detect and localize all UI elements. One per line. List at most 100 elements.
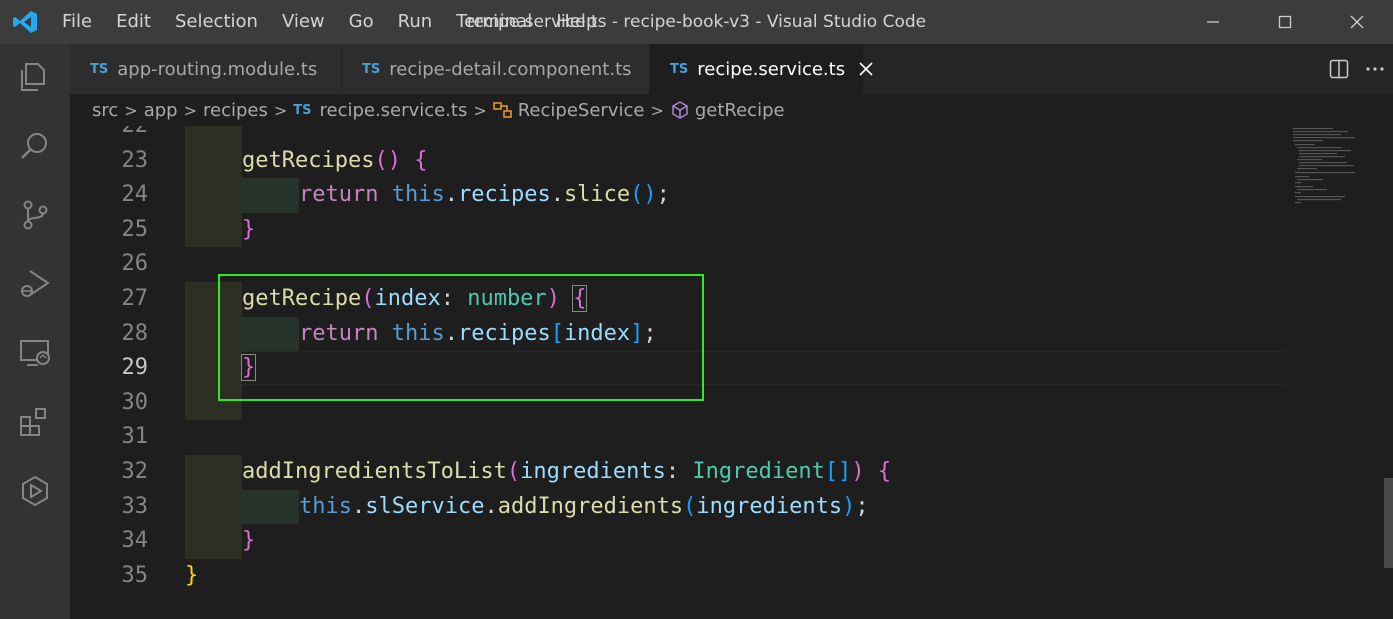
indent-guide xyxy=(185,126,242,144)
split-editor-icon xyxy=(1329,59,1349,79)
typescript-file-icon: TS xyxy=(670,61,689,77)
code-line: 34 } xyxy=(70,524,1285,559)
indent-guide xyxy=(185,212,242,248)
tab-recipe-detail-component[interactable]: TS recipe-detail.component.ts xyxy=(342,44,650,94)
minimap-preview xyxy=(1293,128,1355,204)
tab-app-routing-module[interactable]: TS app-routing.module.ts xyxy=(70,44,342,94)
code-text: this.slService.addIngredients(ingredient… xyxy=(299,493,869,519)
ellipsis-icon xyxy=(1366,67,1384,71)
menu-go[interactable]: Go xyxy=(337,0,386,44)
breadcrumb-label: getRecipe xyxy=(694,99,785,121)
activity-bar xyxy=(0,44,70,619)
run-debug-icon[interactable] xyxy=(0,259,70,309)
menu-edit[interactable]: Edit xyxy=(104,0,163,44)
extensions-icon[interactable] xyxy=(0,397,70,447)
menu-view[interactable]: View xyxy=(270,0,337,44)
breadcrumb-app[interactable]: app xyxy=(144,100,178,121)
breadcrumb-file[interactable]: TS recipe.service.ts xyxy=(293,100,467,121)
maximize-button[interactable] xyxy=(1249,0,1321,44)
indent-guide xyxy=(185,178,242,213)
line-number: 31 xyxy=(121,424,149,450)
indent-guide xyxy=(185,143,242,179)
maximize-icon xyxy=(1278,15,1292,29)
line-number: 32 xyxy=(121,459,149,484)
code-text: return this.recipes.slice(); xyxy=(299,182,670,208)
line-number: 34 xyxy=(121,528,149,554)
menu-file[interactable]: File xyxy=(50,0,104,44)
breadcrumb-src[interactable]: src xyxy=(92,100,118,121)
annotation-highlight-box xyxy=(218,274,704,401)
tab-label: app-routing.module.ts xyxy=(117,58,318,80)
indent-guide xyxy=(185,455,242,490)
explorer-icon[interactable] xyxy=(0,52,70,102)
search-icon[interactable] xyxy=(0,121,70,171)
line-number: 26 xyxy=(121,251,149,277)
chevron-right-icon: > xyxy=(124,100,138,120)
breadcrumb-label: app xyxy=(143,99,178,121)
code-line: 23 getRecipes() { xyxy=(70,143,1285,179)
line-number: 23 xyxy=(121,147,149,173)
breadcrumb-recipes[interactable]: recipes xyxy=(203,100,268,121)
code-text: } xyxy=(242,216,256,242)
chevron-right-icon: > xyxy=(273,100,288,120)
remote-explorer-icon[interactable] xyxy=(0,328,70,378)
deploy-icon[interactable] xyxy=(0,466,70,516)
line-number: 29 xyxy=(121,355,149,381)
code-line: 31 xyxy=(70,420,1285,455)
vscode-logo-icon[interactable] xyxy=(0,0,50,44)
menu-terminal[interactable]: Terminal xyxy=(444,0,544,44)
close-window-button[interactable] xyxy=(1321,0,1393,44)
typescript-file-icon: TS xyxy=(90,61,109,77)
code-text: getRecipes() { xyxy=(242,147,428,173)
breadcrumb-label: RecipeService xyxy=(517,99,645,121)
code-line: 25 } xyxy=(70,212,1285,248)
scrollbar-thumb[interactable] xyxy=(1384,478,1393,568)
title-bar: File Edit Selection View Go Run Terminal… xyxy=(0,0,1393,44)
more-actions-button[interactable] xyxy=(1357,44,1393,94)
typescript-file-icon: TS xyxy=(362,61,381,77)
breadcrumb-method[interactable]: getRecipe xyxy=(670,100,785,121)
code-text: } xyxy=(185,562,199,588)
editor-actions xyxy=(1321,44,1393,94)
minimap[interactable] xyxy=(1285,126,1379,619)
chevron-right-icon: > xyxy=(473,100,487,120)
code-line: 22 xyxy=(70,126,1285,144)
indent-guide xyxy=(185,524,242,559)
indent-guide xyxy=(242,489,299,525)
tab-label: recipe.service.ts xyxy=(697,58,846,80)
line-number: 30 xyxy=(121,389,149,415)
menu-help[interactable]: Help xyxy=(544,0,609,44)
breadcrumb-label: src xyxy=(92,99,119,121)
editor-tab-bar: TS app-routing.module.ts TS recipe-detai… xyxy=(70,44,1393,94)
breadcrumb-class[interactable]: RecipeService xyxy=(492,99,645,121)
line-number: 25 xyxy=(121,216,149,242)
breadcrumb: src > app > recipes > TS recipe.service.… xyxy=(70,94,1393,126)
source-control-icon[interactable] xyxy=(0,190,70,240)
line-number: 22 xyxy=(70,126,149,144)
class-symbol-icon xyxy=(492,102,512,118)
close-tab-button[interactable] xyxy=(859,60,873,78)
menu-selection[interactable]: Selection xyxy=(163,0,270,44)
line-number: 33 xyxy=(121,493,149,519)
code-line: 24 return this.recipes.slice(); xyxy=(70,178,1285,213)
window-controls xyxy=(1177,0,1393,44)
breadcrumb-label: recipes xyxy=(202,99,268,121)
method-symbol-icon xyxy=(672,101,688,119)
code-editor[interactable]: 22 23 getRecipes() { 24 return this.reci… xyxy=(70,126,1285,619)
chevron-right-icon: > xyxy=(183,100,197,120)
split-editor-button[interactable] xyxy=(1321,44,1357,94)
line-number: 35 xyxy=(121,562,149,588)
menu-run[interactable]: Run xyxy=(386,0,445,44)
close-icon xyxy=(1350,15,1364,29)
line-number: 28 xyxy=(121,320,149,346)
code-text: } xyxy=(242,528,256,554)
line-number: 24 xyxy=(121,182,149,208)
minimize-icon xyxy=(1207,21,1219,23)
breadcrumb-label: recipe.service.ts xyxy=(319,99,468,121)
menu-bar: File Edit Selection View Go Run Terminal… xyxy=(50,0,609,44)
tab-recipe-service[interactable]: TS recipe.service.ts xyxy=(650,44,873,94)
minimize-button[interactable] xyxy=(1177,0,1249,44)
indent-guide xyxy=(185,489,242,525)
code-line: 32 addIngredientsToList(ingredients: Ing… xyxy=(70,455,1285,490)
indent-guide xyxy=(242,178,299,213)
